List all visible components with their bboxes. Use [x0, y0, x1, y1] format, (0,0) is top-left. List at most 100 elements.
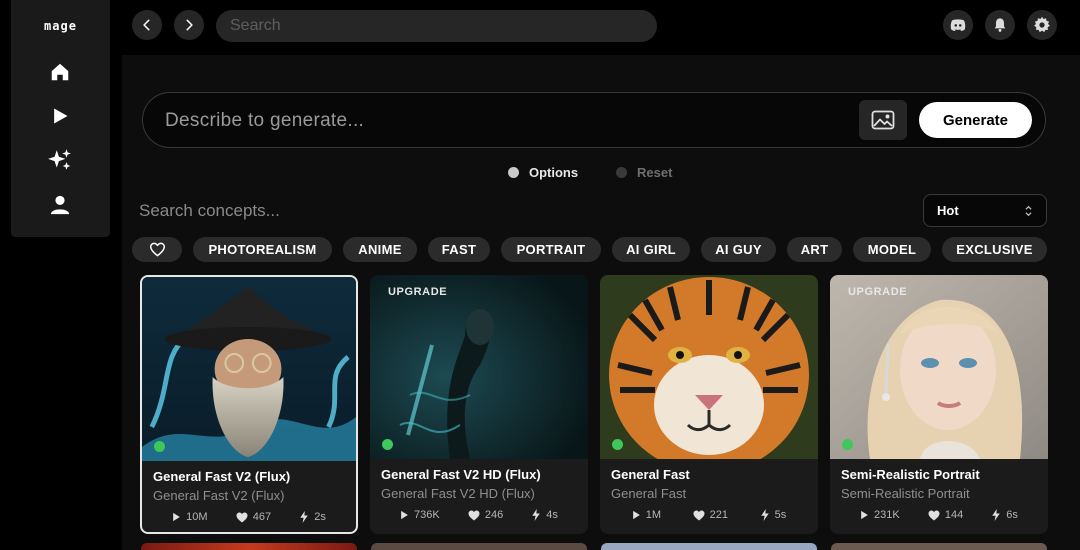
user-icon [50, 195, 70, 215]
tag-ai-girl[interactable]: AI GIRL [612, 237, 690, 262]
next-card-peek[interactable] [601, 543, 817, 550]
heart-icon [236, 512, 248, 522]
reset-toggle[interactable]: Reset [616, 165, 672, 180]
profile-button[interactable] [45, 190, 75, 220]
runs-count: 231K [874, 509, 900, 521]
tag-anime[interactable]: ANIME [343, 237, 417, 262]
sparkles-icon [48, 149, 71, 170]
status-dot [842, 439, 853, 450]
runs-count: 10M [186, 511, 208, 523]
options-toggle[interactable]: Options [508, 165, 578, 180]
tag-favorites[interactable] [132, 237, 182, 262]
tag-exclusive[interactable]: EXCLUSIVE [942, 237, 1047, 262]
wizard-image [142, 277, 356, 461]
generate-button[interactable]: Generate [919, 102, 1032, 138]
discord-icon [950, 19, 966, 31]
heart-icon [693, 510, 705, 520]
card-title: General Fast V2 HD (Flux) [381, 467, 541, 482]
speed-value: 4s [546, 509, 558, 521]
image-icon [871, 110, 895, 130]
next-card-peek[interactable] [831, 543, 1047, 550]
heart-icon [468, 510, 480, 520]
tag-portrait[interactable]: PORTRAIT [501, 237, 601, 262]
speed-value: 6s [1006, 509, 1018, 521]
play-icon [861, 510, 868, 520]
sort-select[interactable]: Hot [923, 194, 1047, 227]
generate-nav-button[interactable] [45, 145, 75, 175]
card-stats: 736K 246 4s [370, 509, 588, 521]
sort-value: Hot [937, 203, 959, 218]
chevron-left-icon [143, 19, 150, 31]
card-title: General Fast V2 (Flux) [153, 469, 291, 484]
gear-icon [1034, 16, 1050, 33]
model-thumbnail [370, 275, 588, 459]
likes-stat: 246 [468, 509, 503, 521]
runs-count: 1M [645, 509, 662, 521]
model-card[interactable]: General Fast V2 (Flux) General Fast V2 (… [140, 275, 358, 534]
tag-photorealism[interactable]: PHOTOREALISM [193, 237, 332, 262]
play-icon [173, 512, 180, 522]
likes-count: 246 [484, 509, 504, 521]
speed-value: 2s [314, 511, 326, 523]
model-thumbnail [142, 277, 356, 461]
card-subtitle: General Fast V2 (Flux) [153, 488, 285, 503]
options-dot [508, 167, 519, 178]
speed-stat: 6s [991, 509, 1018, 521]
logo[interactable]: mage [11, 19, 110, 33]
play-icon [401, 510, 408, 520]
settings-button[interactable] [1027, 10, 1057, 40]
play-icon [54, 108, 68, 124]
tag-ai-guy[interactable]: AI GUY [701, 237, 776, 262]
search-input[interactable] [216, 10, 657, 42]
likes-stat: 221 [693, 509, 728, 521]
model-card[interactable]: UPGRADE General Fast V2 HD (Flux) Genera… [370, 275, 588, 534]
home-icon [51, 63, 69, 81]
status-dot [154, 441, 165, 452]
tiger-image [600, 275, 818, 459]
lightning-icon [300, 511, 309, 523]
speed-stat: 4s [531, 509, 558, 521]
heart-outline-icon [149, 242, 165, 257]
options-label: Options [529, 165, 579, 180]
model-thumbnail [830, 275, 1048, 459]
portrait-image [830, 275, 1048, 459]
lightning-icon [992, 509, 1001, 521]
runs-stat: 10M [172, 511, 208, 523]
chevron-updown-icon [1025, 205, 1032, 216]
likes-count: 221 [709, 509, 728, 521]
discord-button[interactable] [943, 10, 973, 40]
reset-dot [616, 167, 627, 178]
next-card-peek[interactable] [371, 543, 587, 550]
dark-figure-image [370, 275, 588, 459]
model-card[interactable]: General Fast General Fast 1M 221 5s [600, 275, 818, 534]
heart-icon [928, 510, 940, 520]
tag-model[interactable]: MODEL [853, 237, 931, 262]
prompt-input[interactable] [165, 105, 845, 137]
card-stats: 1M 221 5s [600, 509, 818, 521]
runs-stat: 231K [860, 509, 900, 521]
chevron-right-icon [186, 19, 193, 31]
lightning-icon [760, 509, 769, 521]
home-button[interactable] [45, 57, 75, 87]
runs-stat: 736K [400, 509, 440, 521]
model-thumbnail [600, 275, 818, 459]
lightning-icon [532, 509, 541, 521]
card-stats: 231K 144 6s [830, 509, 1048, 521]
likes-count: 467 [252, 511, 272, 523]
likes-stat: 467 [236, 511, 271, 523]
bell-icon [994, 18, 1006, 32]
back-button[interactable] [132, 10, 162, 40]
tag-fast[interactable]: FAST [428, 237, 490, 262]
speed-value: 5s [774, 509, 787, 521]
notifications-button[interactable] [985, 10, 1015, 40]
runs-count: 736K [414, 509, 440, 521]
image-upload-button[interactable] [859, 100, 907, 140]
upgrade-badge: UPGRADE [388, 286, 448, 298]
model-card[interactable]: UPGRADE Semi-Realistic Portrait Semi-Rea… [830, 275, 1048, 534]
play-button[interactable] [45, 101, 75, 131]
tag-art[interactable]: ART [787, 237, 842, 262]
concepts-search-input[interactable] [139, 196, 539, 226]
forward-button[interactable] [174, 10, 204, 40]
runs-stat: 1M [632, 509, 661, 521]
next-card-peek[interactable] [141, 543, 357, 550]
